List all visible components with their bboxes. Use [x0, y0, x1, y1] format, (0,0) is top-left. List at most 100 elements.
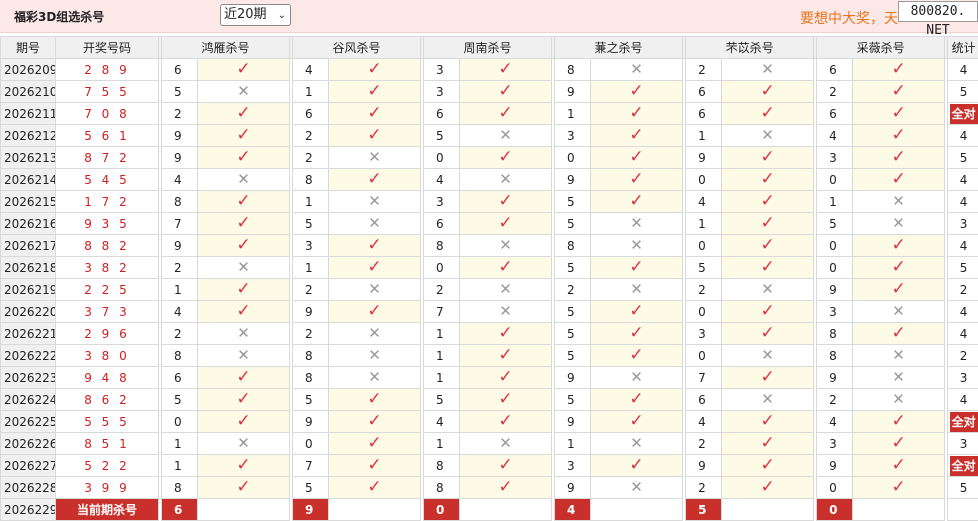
period-cell: 2026228 — [0, 476, 56, 499]
result-cell: ✓ — [590, 190, 684, 213]
kill-number-cell: 3 — [685, 322, 723, 345]
draw-number-cell: 2 8 9 — [55, 58, 159, 81]
check-icon: ✓ — [760, 477, 775, 498]
table-row: 2026224 8 6 2 5 ✓ 5 ✓ 5 ✓ 5 ✓ 6 ✕ 2 ✕ 4 — [0, 388, 978, 411]
draw-number-cell: 9 4 8 — [55, 366, 159, 389]
result-cell: ✓ — [196, 366, 291, 389]
kill-number-cell: 3 — [423, 80, 461, 103]
site-badge[interactable]: 800820. NET — [898, 1, 978, 38]
top-bar: 福彩3D组选杀号 近20期 ⌄ 要想中大奖，天 800820. NET — [0, 0, 978, 38]
check-icon: ✓ — [367, 433, 382, 454]
result-cell: ✓ — [852, 102, 946, 125]
draw-number-cell: 8 7 2 — [55, 146, 159, 169]
result-cell: ✓ — [852, 124, 946, 147]
check-icon: ✓ — [629, 389, 644, 410]
current-kill-number: 0 — [816, 498, 854, 521]
stat-cell: 4 — [947, 124, 978, 147]
result-cell: ✓ — [196, 146, 291, 169]
result-cell: ✓ — [196, 388, 291, 411]
table-row: 2026217 8 8 2 9 ✓ 3 ✓ 8 ✕ 8 ✕ 0 ✓ 0 ✓ 4 — [0, 234, 978, 257]
check-icon: ✓ — [498, 191, 513, 212]
result-cell: ✓ — [852, 146, 946, 169]
current-kill-number: 0 — [423, 498, 461, 521]
kill-number-cell: 9 — [816, 454, 854, 477]
kill-number-cell: 3 — [816, 432, 854, 455]
result-cell: ✓ — [590, 322, 684, 345]
check-icon: ✓ — [367, 411, 382, 432]
check-icon: ✓ — [236, 59, 251, 80]
check-icon: ✓ — [367, 235, 382, 256]
check-icon: ✓ — [498, 389, 513, 410]
result-cell: ✓ — [721, 476, 815, 499]
cross-icon: ✕ — [630, 434, 643, 452]
kill-number-cell: 5 — [292, 212, 330, 235]
period-cell: 2026210 — [0, 80, 56, 103]
result-cell: ✓ — [590, 344, 684, 367]
cross-icon: ✕ — [892, 368, 905, 386]
kill-number-cell: 6 — [423, 212, 461, 235]
result-cell: ✓ — [590, 124, 684, 147]
kill-number-cell: 1 — [423, 432, 461, 455]
period-cell: 2026216 — [0, 212, 56, 235]
current-kill-number: 5 — [685, 498, 723, 521]
table-row: 2026220 3 7 3 4 ✓ 9 ✓ 7 ✕ 5 ✓ 0 ✓ 3 ✕ 4 — [0, 300, 978, 323]
draw-number-cell: 7 0 8 — [55, 102, 159, 125]
period-cell: 2026209 — [0, 58, 56, 81]
check-icon: ✓ — [891, 81, 906, 102]
cross-icon: ✕ — [499, 280, 512, 298]
stat-cell: 4 — [947, 234, 978, 257]
result-cell: ✕ — [328, 366, 422, 389]
kill-number-cell: 2 — [161, 256, 198, 279]
check-icon: ✓ — [236, 235, 251, 256]
result-cell: ✓ — [196, 124, 291, 147]
check-icon: ✓ — [760, 323, 775, 344]
kill-number-cell: 6 — [685, 102, 723, 125]
kill-number-cell: 5 — [554, 300, 592, 323]
kill-number-cell: 2 — [161, 322, 198, 345]
kill-number-cell: 5 — [554, 388, 592, 411]
check-icon: ✓ — [760, 367, 775, 388]
result-cell: ✓ — [721, 102, 815, 125]
cross-icon: ✕ — [499, 434, 512, 452]
table-row: 2026226 8 5 1 1 ✕ 0 ✓ 1 ✕ 1 ✕ 2 ✓ 3 ✓ 3 — [0, 432, 978, 455]
col-header-expert-1: 鸿雁杀号 — [160, 36, 291, 59]
cross-icon: ✕ — [368, 192, 381, 210]
kill-number-cell: 1 — [161, 278, 198, 301]
cross-icon: ✕ — [499, 126, 512, 144]
kill-number-cell: 2 — [685, 432, 723, 455]
check-icon: ✓ — [891, 279, 906, 300]
check-icon: ✓ — [367, 169, 382, 190]
check-icon: ✓ — [629, 411, 644, 432]
kill-number-cell: 6 — [816, 58, 854, 81]
kill-number-cell: 4 — [161, 300, 198, 323]
period-cell: 2026213 — [0, 146, 56, 169]
check-icon: ✓ — [760, 301, 775, 322]
check-icon: ✓ — [236, 103, 251, 124]
col-header-expert-3: 周南杀号 — [423, 36, 553, 59]
check-icon: ✓ — [629, 455, 644, 476]
result-cell: ✓ — [459, 366, 553, 389]
kill-number-cell: 0 — [685, 344, 723, 367]
result-cell: ✓ — [459, 454, 553, 477]
all-correct-badge: 全对 — [949, 103, 978, 124]
kill-number-cell: 9 — [292, 410, 330, 433]
kill-number-cell: 8 — [292, 168, 330, 191]
kill-number-cell: 8 — [423, 234, 461, 257]
check-icon: ✓ — [760, 455, 775, 476]
result-cell: ✓ — [196, 278, 291, 301]
col-header-expert-4: 蒹之杀号 — [554, 36, 684, 59]
kill-number-cell: 6 — [161, 366, 198, 389]
kill-number-cell: 9 — [816, 278, 854, 301]
check-icon: ✓ — [760, 103, 775, 124]
kill-number-cell: 1 — [292, 256, 330, 279]
draw-number-cell: 9 3 5 — [55, 212, 159, 235]
kill-number-cell: 8 — [816, 344, 854, 367]
stat-cell: 5 — [947, 80, 978, 103]
period-range-select[interactable]: 近20期 ⌄ — [220, 4, 291, 26]
check-icon: ✓ — [629, 345, 644, 366]
col-header-period: 期号 — [0, 36, 56, 59]
check-icon: ✓ — [498, 323, 513, 344]
result-cell: ✓ — [721, 432, 815, 455]
result-cell: ✓ — [328, 432, 422, 455]
check-icon: ✓ — [760, 191, 775, 212]
